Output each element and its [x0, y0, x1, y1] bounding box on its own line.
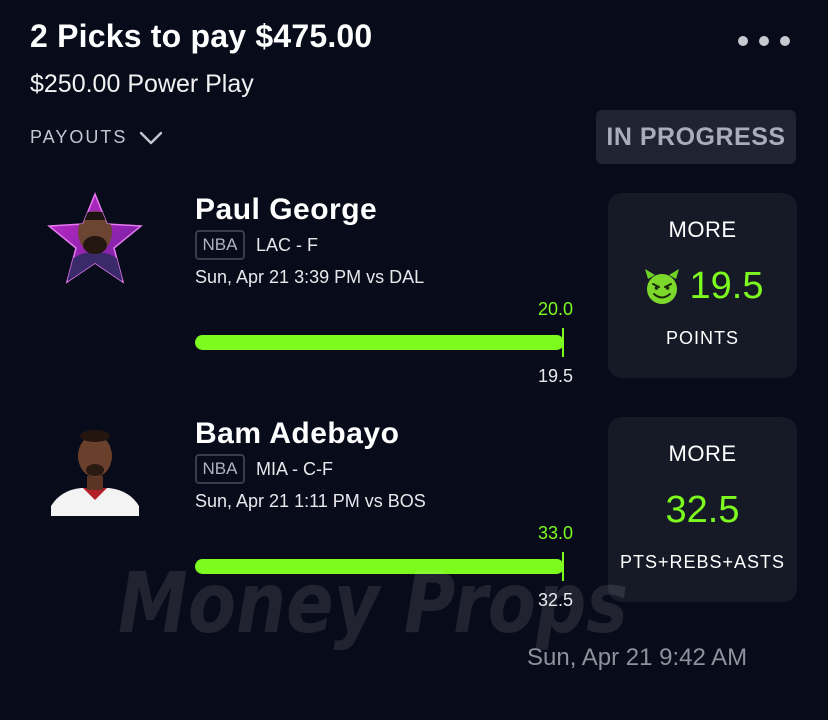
league-badge: NBA — [195, 230, 245, 260]
entry-subtitle: $250.00 Power Play — [30, 70, 254, 98]
status-badge: IN PROGRESS — [596, 110, 796, 164]
actual-stat-value: 20.0 — [537, 299, 573, 319]
entry-screen: 2 Picks to pay $475.00 $250.00 Power Pla… — [0, 0, 828, 720]
watermark: Money Props — [118, 546, 638, 656]
timestamp: Sun, Apr 21 9:42 AM — [527, 644, 748, 671]
progress-fill — [195, 335, 564, 350]
player-avatar — [47, 420, 143, 516]
league-badge: NBA — [195, 454, 245, 484]
player-name: Bam Adebayo — [195, 417, 400, 450]
page-title: 2 Picks to pay $475.00 — [30, 18, 373, 54]
game-time: Sun, Apr 21 1:11 PM vs BOS — [195, 491, 426, 511]
player-avatar — [47, 190, 143, 286]
line-marker — [562, 328, 564, 357]
pick-card[interactable]: MORE 19.5 POINTS — [608, 193, 797, 378]
payouts-label: PAYOUTS — [30, 127, 128, 147]
more-dot — [759, 36, 769, 46]
player-name: Paul George — [195, 193, 378, 226]
pick-direction: MORE — [668, 441, 737, 466]
team-position: LAC - F — [256, 235, 319, 255]
more-icon[interactable] — [738, 36, 790, 46]
pick-line-row: 19.5 — [608, 265, 797, 308]
line-value: 19.5 — [537, 366, 573, 386]
pick-line-row: 32.5 — [608, 489, 797, 532]
pick-line-value: 32.5 — [665, 489, 740, 531]
demon-icon — [644, 268, 679, 304]
progress-bar — [195, 335, 564, 350]
pick-stat-type: POINTS — [665, 328, 739, 348]
watermark-text: Money Props — [118, 554, 628, 652]
actual-stat-value: 33.0 — [537, 523, 573, 543]
team-position: MIA - C-F — [256, 459, 333, 479]
chevron-down-icon — [140, 131, 163, 144]
more-dot — [780, 36, 790, 46]
pick-line-value: 19.5 — [689, 265, 764, 307]
game-time: Sun, Apr 21 3:39 PM vs DAL — [195, 267, 425, 287]
pick-direction: MORE — [668, 217, 737, 242]
more-dot — [738, 36, 748, 46]
payouts-toggle[interactable]: PAYOUTS — [30, 127, 163, 148]
